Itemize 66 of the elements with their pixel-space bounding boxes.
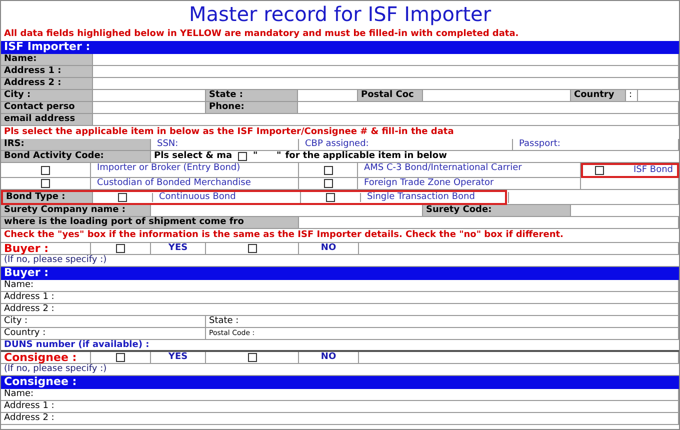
instruction-text: Check the "yes" box if the information is the same as the ISF Importer details. Check the "no" box if different. — [3, 229, 564, 242]
field-label: State : — [206, 90, 298, 101]
instruction-text: Pls select & ma — [154, 151, 232, 162]
checkbox[interactable] — [41, 166, 50, 175]
hint-text: (If no, please specify :) — [3, 364, 107, 375]
field-label: Address 1 : — [1, 292, 679, 303]
instruction-text: " " — [253, 151, 282, 162]
field-label: Contact perso — [1, 102, 93, 113]
field-label: City : — [1, 90, 93, 101]
section-label: Consignee : — [1, 352, 91, 363]
option-label: NO — [299, 243, 359, 254]
instruction-text: for the applicable item in below — [285, 151, 447, 162]
option-label: Passport: — [513, 139, 679, 150]
checkbox[interactable] — [248, 244, 256, 253]
field-label: Name: — [1, 389, 679, 400]
option-label: Single Transaction Bond — [361, 192, 509, 203]
field-label: City : — [1, 316, 206, 327]
option-label: Custodian of Bonded Merchandise — [91, 178, 299, 189]
checkbox[interactable] — [326, 193, 335, 202]
notice-text: All data fields highlighed below in YELLOW are mandatory and must be filled-in with completed data. — [3, 28, 519, 41]
field-label: DUNS number (if available) : — [3, 340, 150, 351]
field-label: Bond Activity Code: — [1, 151, 151, 162]
instruction-text: Pls select the applicable item in below as the ISF Importer/Consignee # & fill-in the data — [3, 126, 454, 139]
field-label: State : — [206, 316, 679, 327]
field-label: Address 2 : — [1, 413, 679, 424]
field-label: IRS: — [1, 139, 151, 150]
option-label: YES — [151, 243, 206, 254]
checkbox[interactable] — [116, 244, 125, 253]
checkbox[interactable] — [41, 179, 50, 188]
option-label: YES — [151, 352, 206, 363]
field-label: where is the loading port of shipment come fro — [1, 217, 299, 228]
field-label: Name: — [1, 280, 679, 291]
option-label: NO — [299, 352, 359, 363]
option-label: Foreign Trade Zone Operator — [358, 178, 581, 189]
field-label: Surety Company name : — [1, 205, 151, 216]
field-label: Bond Type : — [3, 192, 93, 203]
field-label: Country : — [1, 328, 206, 339]
checkbox[interactable] — [324, 166, 332, 175]
field-label: email address — [1, 114, 93, 125]
option-label: ISF Bond — [633, 165, 673, 176]
option-label: Importer or Broker (Entry Bond) — [91, 163, 299, 178]
checkbox[interactable] — [238, 152, 248, 161]
field-label: Name: — [1, 54, 93, 65]
option-label: SSN: — [151, 139, 299, 150]
field-label: Surety Code: — [423, 205, 571, 216]
field-label: Address 1 : — [1, 66, 93, 77]
section-header: ISF Importer : — [1, 41, 679, 54]
option-label: Continuous Bond — [153, 192, 301, 203]
field-label: Address 1 : — [1, 401, 679, 412]
section-header: Consignee : — [1, 376, 679, 389]
option-label: CBP assigned: — [299, 139, 513, 150]
form-title: Master record for ISF Importer — [188, 1, 492, 28]
option-label: AMS C-3 Bond/International Carrier — [358, 163, 581, 178]
field-label: Address 2 : — [1, 78, 93, 89]
field-label: Phone: — [206, 102, 298, 113]
checkbox[interactable] — [248, 353, 256, 362]
section-label: Buyer : — [1, 243, 91, 254]
field-label: Country — [571, 90, 626, 101]
field-label: Postal Coc — [358, 90, 423, 101]
checkbox[interactable] — [118, 193, 127, 202]
checkbox[interactable] — [116, 353, 125, 362]
checkbox[interactable] — [595, 166, 604, 175]
field-label: Address 2 : — [1, 304, 679, 315]
section-header: Buyer : — [1, 267, 679, 280]
hint-text: (If no, please specify :) — [3, 255, 107, 266]
checkbox[interactable] — [324, 179, 332, 188]
